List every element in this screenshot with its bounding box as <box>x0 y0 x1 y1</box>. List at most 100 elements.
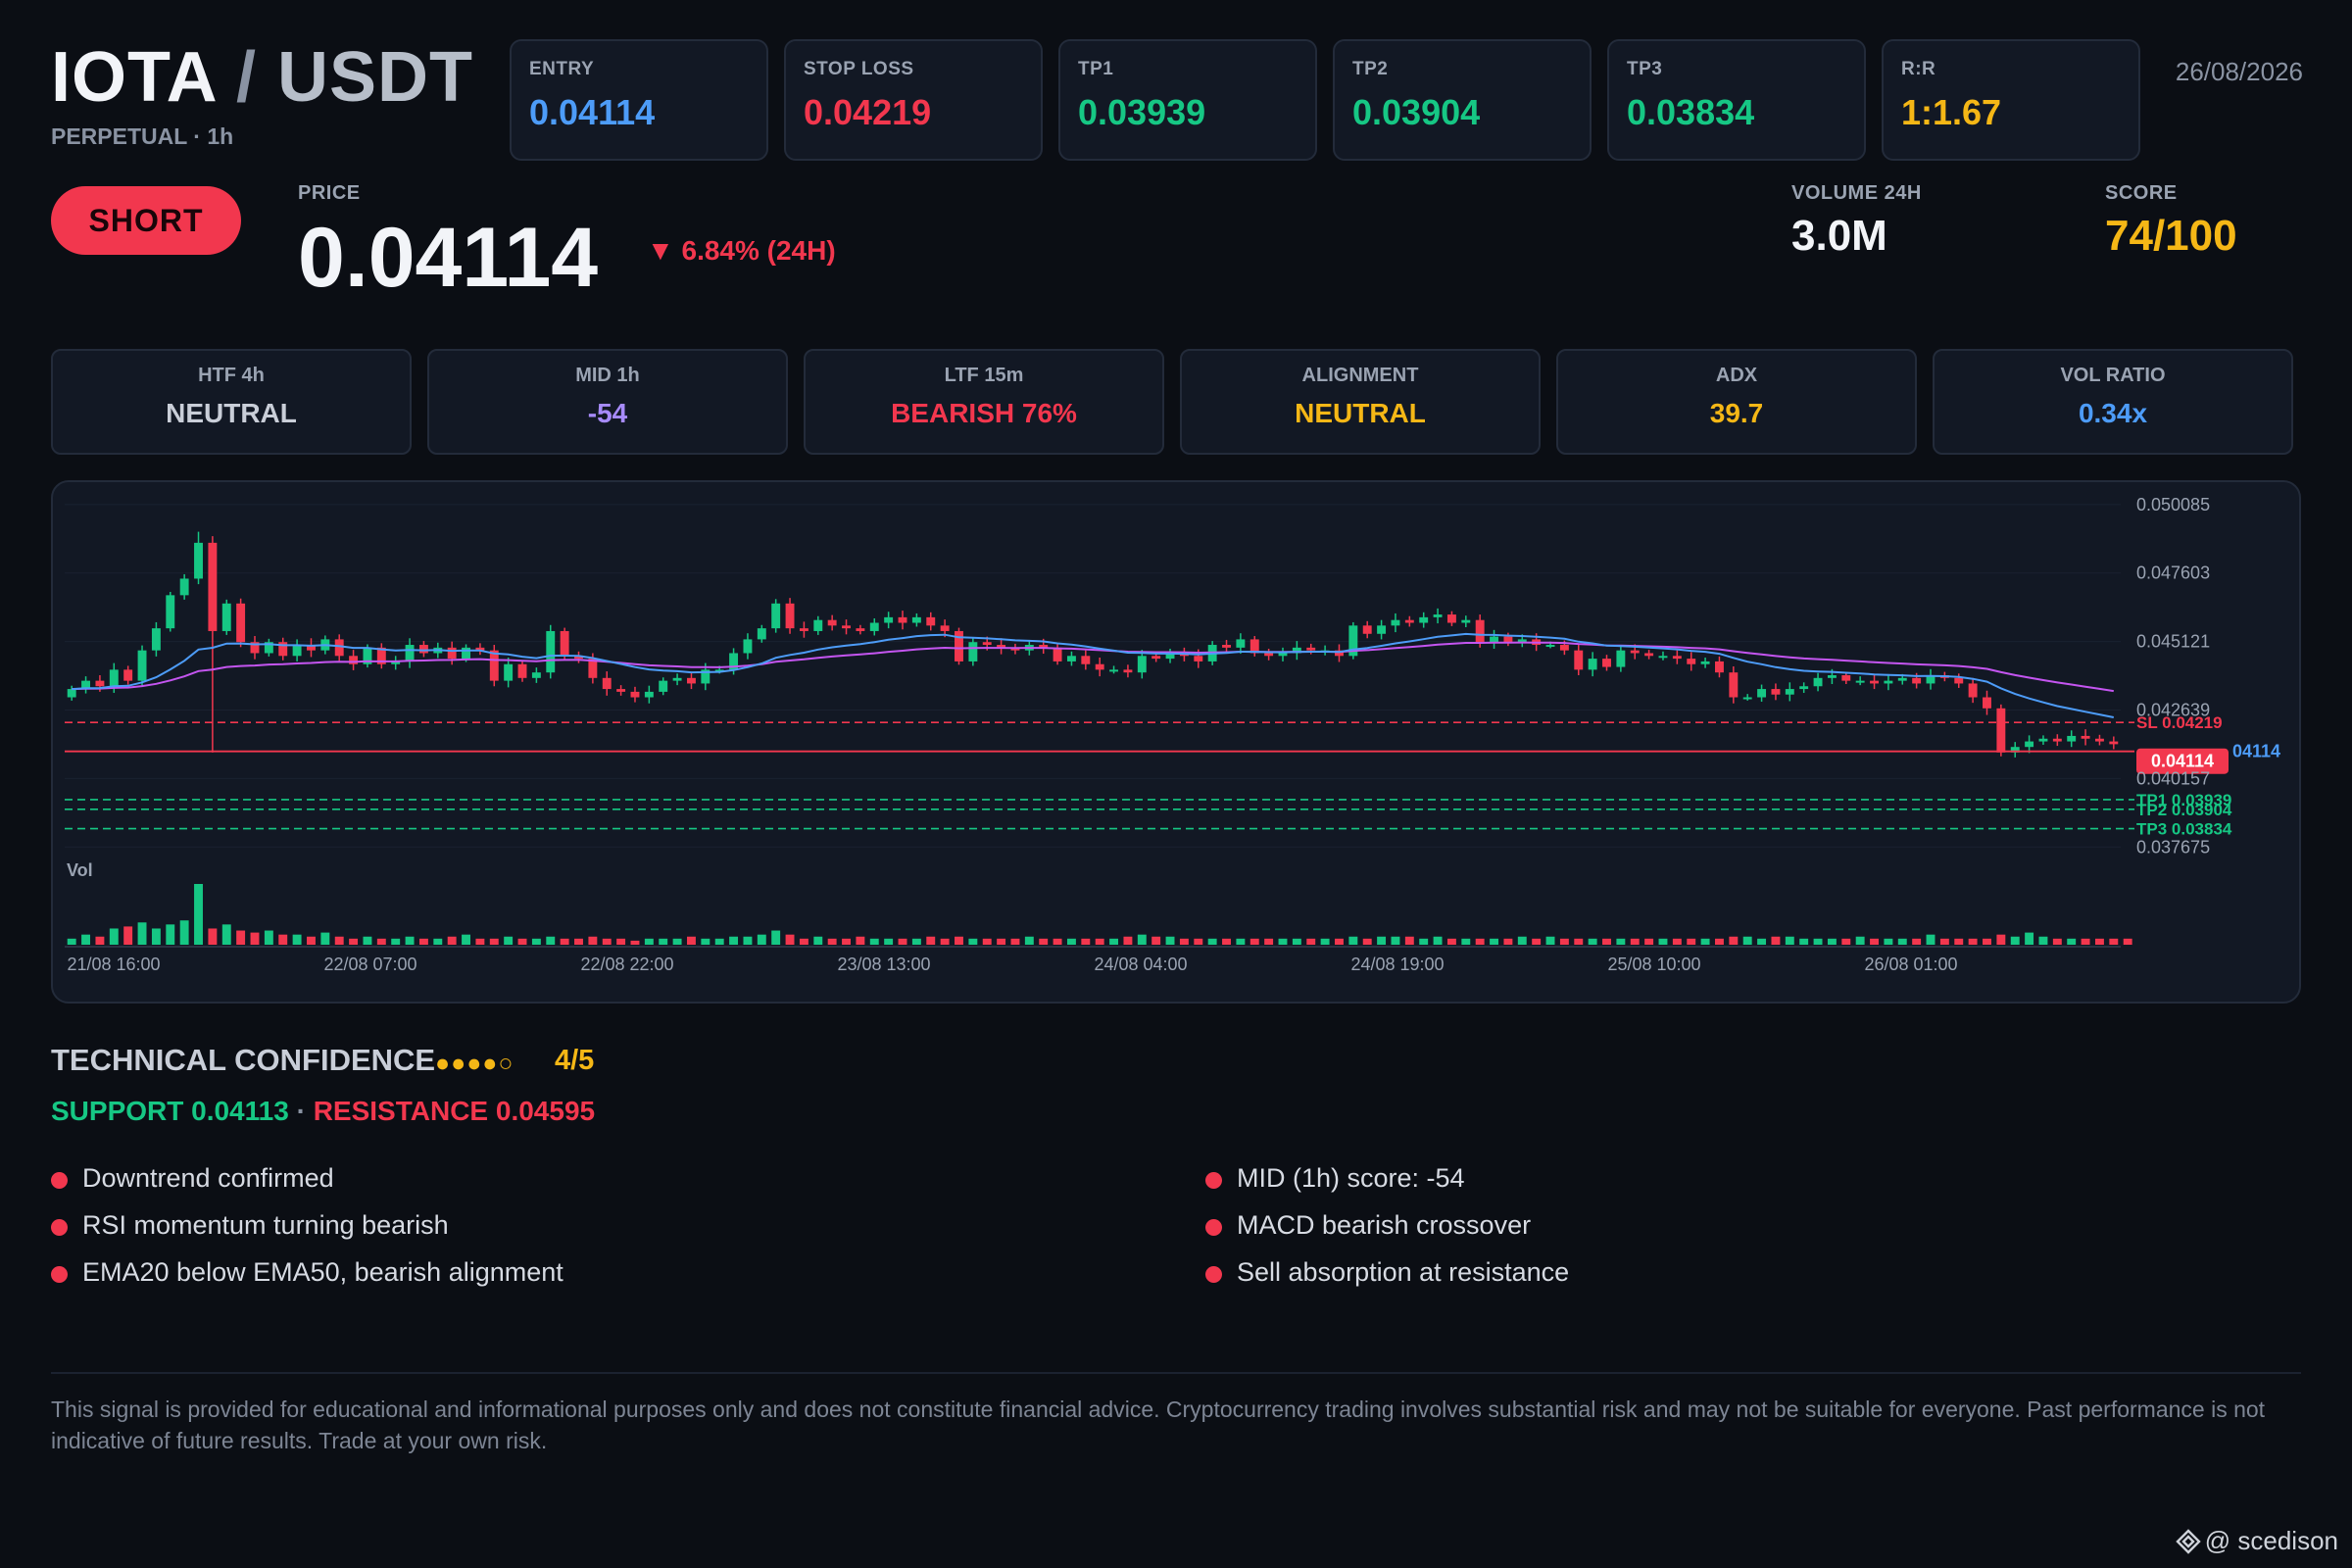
vol-ratio-label: VOL RATIO <box>2060 365 2166 386</box>
volume-bar <box>1419 938 1429 945</box>
volume-bar <box>349 938 359 945</box>
volume-bar <box>1841 938 1851 945</box>
candle-body <box>1137 656 1147 673</box>
volume-bar <box>1250 938 1259 945</box>
price-chart-panel[interactable]: SL 0.04219 0.04114 04114 TP1 0.03939 TP2 0.0… <box>51 480 2301 1004</box>
score-label: SCORE <box>2105 182 2178 204</box>
volume-bar <box>1137 934 1147 945</box>
list-item: RSI momentum turning bearish <box>51 1201 1129 1249</box>
x-tick-label: 25/08 10:00 <box>1607 955 1700 974</box>
tp3-card: TP3 0.03834 <box>1607 39 1866 161</box>
entry-label: ENTRY <box>529 59 595 79</box>
technical-confidence-title: TECHNICAL CONFIDENCE <box>51 1043 436 1077</box>
volume-bar <box>799 938 808 945</box>
mid-value: -54 <box>587 398 628 428</box>
watermark: @ scedison <box>2176 1526 2338 1556</box>
volume-bar <box>447 936 457 945</box>
volume-bar <box>81 934 91 945</box>
y-tick-label: 0.037675 <box>2136 837 2210 857</box>
volume-bar <box>1813 938 1823 945</box>
tp1-value: 0.03939 <box>1078 92 1206 132</box>
volume-bar <box>531 938 541 945</box>
volume-bar <box>1658 938 1668 945</box>
ltf-card: LTF 15m BEARISH 76% <box>804 349 1164 455</box>
list-item: MACD bearish crossover <box>1205 1201 2283 1249</box>
candle-body <box>869 622 879 631</box>
volume-label: VOLUME 24H <box>1791 182 1922 204</box>
volume-bar <box>1222 938 1231 945</box>
alignment-value: NEUTRAL <box>1295 398 1426 428</box>
volume-bar <box>1053 938 1062 945</box>
vol-ratio-value: 0.34x <box>2078 398 2148 428</box>
watermark-text: @ scedison <box>2204 1526 2338 1555</box>
volume-bar <box>2081 938 2090 945</box>
candle-body <box>1475 619 1485 643</box>
candle-body <box>1545 645 1555 648</box>
volume-bar <box>1855 936 1865 945</box>
bullet-dot-icon <box>51 1218 68 1236</box>
volume-bar <box>1377 936 1387 945</box>
candlestick-chart[interactable]: SL 0.042190.04114 04114TP1 0.03939TP2 0.0… <box>53 482 2299 1002</box>
candle-body <box>2109 741 2119 745</box>
price-line-label: TP2 0.03904 <box>2136 801 2232 819</box>
candle-body <box>546 630 556 673</box>
volume-bar <box>672 938 682 945</box>
volume-bar <box>376 938 386 945</box>
candle-body <box>1757 689 1767 698</box>
confidence-dots-filled: ●●●● <box>435 1050 499 1077</box>
candle-body <box>1066 656 1076 662</box>
candle-body <box>1461 619 1471 623</box>
volume-bar <box>1404 936 1414 945</box>
confidence-dots-empty: ○ <box>498 1050 514 1077</box>
candle-body <box>1123 669 1133 673</box>
candle-body <box>2094 738 2104 742</box>
candle-body <box>799 628 808 631</box>
volume-bar <box>1644 938 1654 945</box>
candle-body <box>1658 656 1668 659</box>
volume-bar <box>602 938 612 945</box>
volume-bar <box>659 938 668 945</box>
candle-body <box>1884 680 1893 684</box>
confidence-dots: ●●●●○ <box>435 1050 514 1078</box>
volume-bar <box>363 936 372 945</box>
x-tick-label: 22/08 22:00 <box>580 955 673 974</box>
confidence-score: 4/5 <box>555 1045 595 1076</box>
volume-bar <box>1954 938 1964 945</box>
volume-bar <box>1165 936 1175 945</box>
candle-body <box>1053 647 1062 662</box>
volume-bar <box>1715 938 1724 945</box>
candle-body <box>1433 614 1443 617</box>
reason-text: RSI momentum turning bearish <box>82 1209 449 1240</box>
volume-bar <box>644 938 654 945</box>
volume-bar <box>574 938 583 945</box>
volume-bar <box>1194 938 1203 945</box>
volume-bar <box>1320 938 1330 945</box>
volume-bar <box>151 928 161 945</box>
volume-bar <box>1672 938 1682 945</box>
volume-bar <box>320 932 330 945</box>
y-tick-label: 0.042639 <box>2136 701 2210 720</box>
candle-body <box>2038 738 2048 742</box>
candle-body <box>1827 675 1837 678</box>
price-label: PRICE <box>298 182 361 204</box>
volume-bar <box>1996 934 2006 945</box>
candle-body <box>743 639 753 654</box>
mid-label: MID 1h <box>575 365 640 386</box>
volume-bar <box>1912 938 1922 945</box>
candle-body <box>504 663 514 681</box>
candle-body <box>785 603 795 629</box>
binance-logo-icon <box>2176 1528 2201 1554</box>
volume-bar <box>1503 938 1513 945</box>
volume-bar <box>1446 938 1456 945</box>
volume-bar <box>405 936 415 945</box>
current-price: 0.04114 <box>298 211 599 305</box>
volume-bar <box>1335 938 1344 945</box>
volume-bar <box>997 938 1006 945</box>
volume-bar <box>940 938 950 945</box>
risk-reward-label: R:R <box>1901 59 1936 79</box>
candle-body <box>166 595 175 629</box>
volume-bar <box>95 936 105 945</box>
x-tick-label: 26/08 01:00 <box>1864 955 1957 974</box>
tp1-card: TP1 0.03939 <box>1058 39 1317 161</box>
candle-body <box>447 647 457 660</box>
